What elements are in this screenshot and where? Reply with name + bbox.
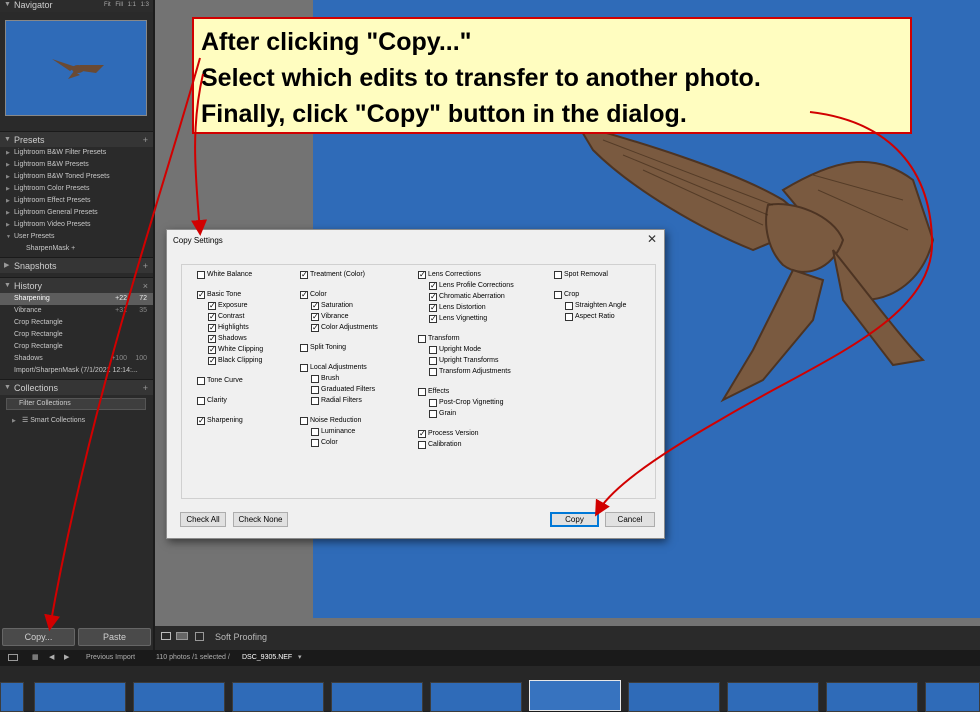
arrow-to-copy-button xyxy=(44,57,201,631)
annotation-arrows xyxy=(44,57,934,631)
arrow-to-dialog xyxy=(191,73,208,236)
arrow-to-dialog-copy-button xyxy=(595,111,934,517)
